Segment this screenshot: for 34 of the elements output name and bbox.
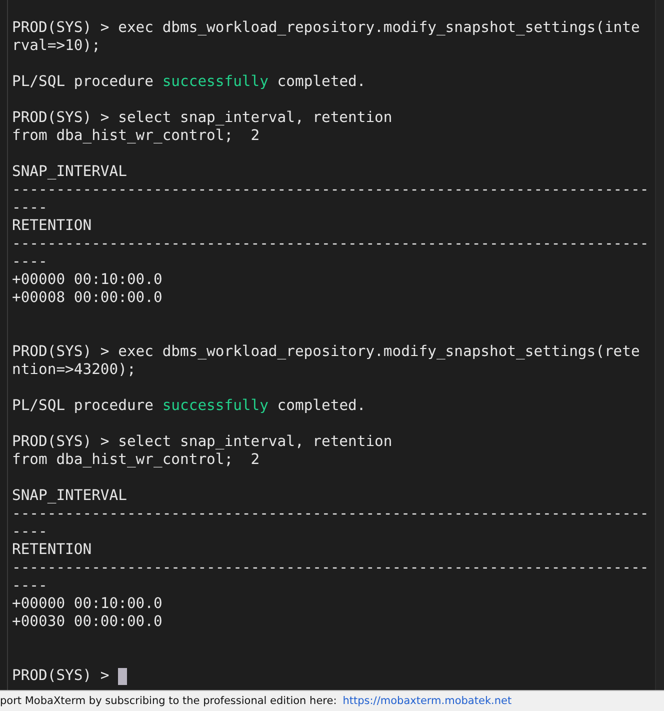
- terminal-line: completed.: [276, 73, 366, 91]
- terminal-line: PROD(SYS) > select snap_interval, retention: [12, 433, 392, 451]
- success-word: successfully: [162, 397, 268, 415]
- terminal-line: PROD(SYS) > exec dbms_workload_repository.modify_snapshot_settings(rete: [12, 343, 640, 361]
- terminal-line: ntion=>43200);: [12, 361, 136, 379]
- terminal-line: ----: [12, 577, 48, 595]
- terminal-line: SNAP_INTERVAL: [12, 163, 127, 181]
- terminal-line: SNAP_INTERVAL: [12, 487, 127, 505]
- terminal-line: +00000 00:10:00.0: [12, 595, 162, 613]
- terminal-line: ------------------------------------------------------------------------: [12, 559, 649, 577]
- scrollbar-track[interactable]: [655, 0, 664, 690]
- terminal-line: from dba_hist_wr_control; 2: [12, 127, 260, 145]
- terminal-line: PROD(SYS) > select snap_interval, retention: [12, 109, 392, 127]
- terminal-line: RETENTION: [12, 541, 92, 559]
- terminal-line: ------------------------------------------------------------------------: [12, 505, 649, 523]
- terminal-line: ----: [12, 523, 48, 541]
- terminal-line: ----: [12, 253, 48, 271]
- success-word: successfully: [162, 73, 268, 91]
- terminal-line: PL/SQL procedure: [12, 73, 154, 91]
- terminal-line: PROD(SYS) >: [12, 667, 110, 685]
- terminal-line: ------------------------------------------------------------------------: [12, 235, 649, 253]
- terminal-line: +00008 00:00:00.0: [12, 289, 162, 307]
- website-link[interactable]: https://mobaxterm.mobatek.net: [342, 695, 512, 707]
- terminal-line: PROD(SYS) > exec dbms_workload_repository.modify_snapshot_settings(inte: [12, 19, 640, 37]
- terminal-line: +00030 00:00:00.0: [12, 613, 162, 631]
- terminal-line: from dba_hist_wr_control; 2: [12, 451, 260, 469]
- status-message: port MobaXterm by subscribing to the professional edition here:: [0, 695, 337, 707]
- terminal-line: ----: [12, 199, 48, 217]
- terminal-line: rval=>10);: [12, 37, 100, 55]
- terminal-line: ------------------------------------------------------------------------: [12, 181, 649, 199]
- terminal-line: PL/SQL procedure: [12, 397, 154, 415]
- terminal-line: +00000 00:10:00.0: [12, 271, 162, 289]
- terminal-line: RETENTION: [12, 217, 92, 235]
- terminal-line: completed.: [276, 397, 366, 415]
